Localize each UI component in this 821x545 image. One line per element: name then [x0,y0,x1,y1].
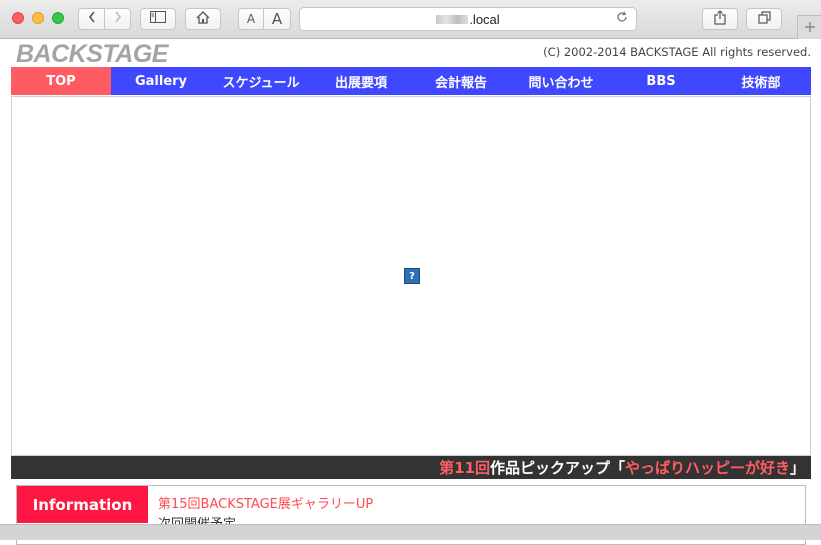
information-heading: Information [17,486,148,523]
window-bottom-bar [0,524,821,540]
nav-item-bbs[interactable]: BBS [611,67,711,95]
new-tab-button[interactable] [797,15,821,39]
nav-item-accounting-report[interactable]: 会計報告 [411,67,511,95]
url-text: .local [469,11,500,27]
information-item-gallery-up[interactable]: 第15回BACKSTAGE展ギャラリーUP [158,495,373,515]
site-logo[interactable]: BACKSTAGE [16,40,168,69]
missing-plugin-icon[interactable]: ? [404,268,420,284]
plus-icon [804,20,815,36]
close-window-button[interactable] [12,12,24,24]
home-button[interactable] [185,8,221,30]
pickup-banner[interactable]: 第11回 作品ピックアップ「 やっぱりハッピーが好き 」 [11,456,811,479]
home-icon [196,10,210,28]
pickup-edition: 第11回 [439,459,490,477]
site-header: BACKSTAGE (C) 2002-2014 BACKSTAGE All ri… [11,40,811,69]
nav-item-tech-dept[interactable]: 技術部 [711,67,811,95]
tabs-icon [757,10,771,28]
main-visual-area: ? [11,96,811,456]
copyright-text: (C) 2002-2014 BACKSTAGE All rights reser… [543,45,811,59]
nav-item-top[interactable]: TOP [11,67,111,95]
nav-item-schedule[interactable]: スケジュール [211,67,311,95]
browser-toolbar: A A .local [0,0,821,39]
sidebar-icon [150,11,166,27]
increase-font-button[interactable]: A [263,8,291,30]
chevron-left-icon [88,11,96,27]
minimize-window-button[interactable] [32,12,44,24]
nav-item-exhibition-guidelines[interactable]: 出展要項 [311,67,411,95]
show-tabs-button[interactable] [746,8,782,30]
nav-item-gallery[interactable]: Gallery [111,67,211,95]
pickup-label: 作品ピックアップ「 [489,459,625,477]
blurred-hostname [436,14,469,24]
sidebar-button[interactable] [140,8,176,30]
share-icon [714,9,726,29]
pickup-title: やっぱりハッピーが好き [624,459,790,477]
nav-item-contact[interactable]: 問い合わせ [511,67,611,95]
chevron-right-icon [114,11,122,27]
forward-button[interactable] [104,8,131,30]
main-navigation: TOP Gallery スケジュール 出展要項 会計報告 問い合わせ BBS 技… [11,67,811,95]
address-bar[interactable]: .local [299,7,637,31]
back-button[interactable] [78,8,105,30]
zoom-window-button[interactable] [52,12,64,24]
decrease-font-button[interactable]: A [238,8,264,30]
reload-icon[interactable] [616,11,628,27]
share-button[interactable] [702,8,738,30]
pickup-close-bracket: 」 [789,459,805,477]
